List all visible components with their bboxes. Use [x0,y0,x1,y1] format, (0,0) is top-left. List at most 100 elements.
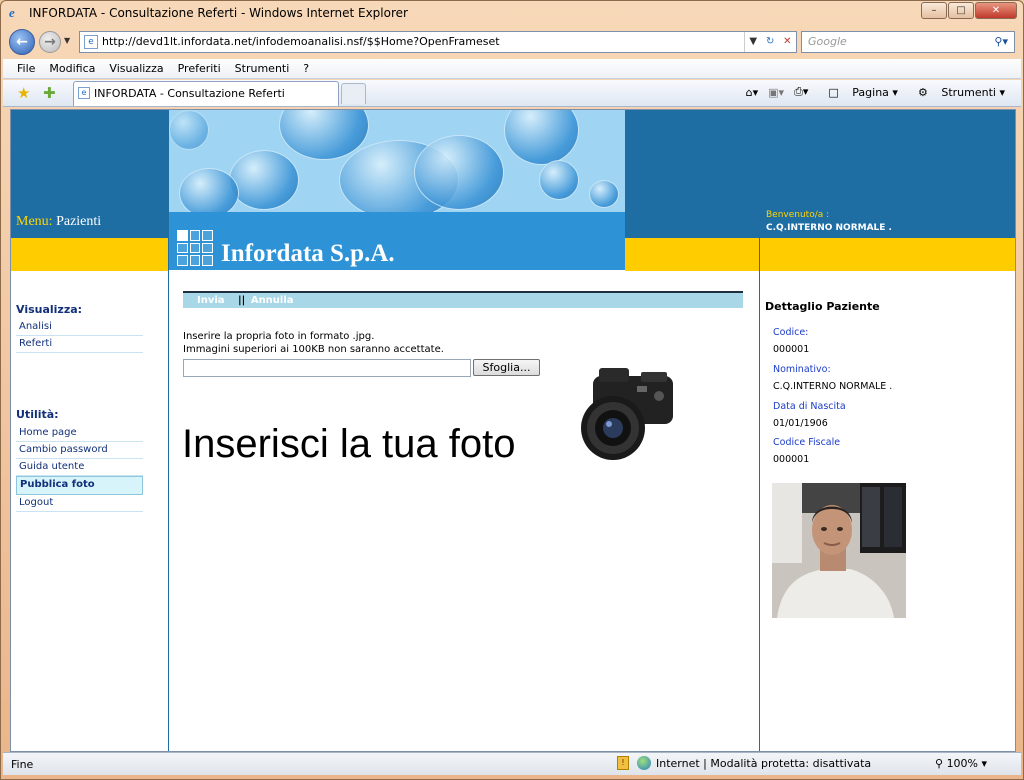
tab-page-icon: e [78,87,90,99]
status-bar: Fine ! Internet | Modalità protetta: dis… [3,752,1021,775]
url-dropdown-icon[interactable]: ▼ [749,32,757,52]
favorites-star-icon[interactable]: ★ [17,84,30,102]
page-menu-icon: □ [828,85,839,99]
new-tab-button[interactable] [341,83,366,104]
address-bar[interactable]: e http://devd1lt.infordata.net/infodemoa… [79,31,797,53]
sidebar-item-referti[interactable]: Referti [16,336,143,353]
history-dropdown-icon[interactable]: ▼ [64,36,70,45]
sidebar-item-pubblica-foto[interactable]: Pubblica foto [16,476,143,495]
forward-button[interactable]: → [39,31,61,53]
sidebar-item-home-page[interactable]: Home page [16,425,143,442]
page-icon: e [84,35,98,49]
url-text: http://devd1lt.infordata.net/infodemoana… [102,35,500,48]
internet-zone-icon [637,756,651,770]
sidebar-item-logout[interactable]: Logout [16,495,143,512]
search-icon[interactable]: ⚲▾ [994,32,1008,52]
search-input[interactable]: Google ⚲▾ [801,31,1015,53]
company-logo-band: Infordata S.p.A. [169,212,625,270]
close-button[interactable]: ✕ [975,2,1017,19]
header-menu-panel: Menu: Pazienti [11,110,169,238]
tab-bar: ★ ✚ e INFORDATA - Consultazione Referti … [3,80,1021,107]
left-divider [168,110,169,751]
utilita-title: Utilità: [16,408,59,421]
page-menu[interactable]: □ Pagina ▾ [818,86,898,99]
ie-logo-icon: e [9,5,15,20]
protected-mode-icon[interactable]: ! [617,756,629,770]
address-row: ← → ▼ e http://devd1lt.infordata.net/inf… [1,27,1023,57]
home-icon[interactable]: ⌂▾ [746,86,759,99]
sidebar-item-analisi[interactable]: Analisi [16,319,143,336]
menu-modifica[interactable]: Modifica [49,62,95,75]
zoom-level: 100% [946,757,979,770]
sidebar-item-cambio-password[interactable]: Cambio password [16,442,143,459]
welcome-label: Benvenuto/a : [766,210,830,220]
search-placeholder: Google [808,35,847,48]
send-button[interactable]: Invia [197,295,225,306]
minimize-button[interactable]: – [921,2,947,19]
menu-label: Menu: [16,214,53,229]
refresh-icon[interactable]: ↻ [766,32,774,52]
codice-fiscale-value: 000001 [773,454,810,465]
command-bar: ⌂▾ ▣▾ ⎙▾ □ Pagina ▾ ⚙ Strumenti ▾ [736,85,1005,99]
menu-visualizza[interactable]: Visualizza [109,62,163,75]
action-toolbar: Invia || Annulla [183,291,743,308]
menu-help[interactable]: ? [303,62,309,75]
gear-icon: ⚙ [917,85,928,99]
instruction-size: Immagini superiori ai 100KB non saranno … [183,344,444,355]
welcome-user: C.Q.INTERNO NORMALE . [766,223,892,233]
status-text: Fine [11,758,34,771]
nominativo-label: Nominativo: [773,364,831,375]
title-bar: e INFORDATA - Consultazione Referti - Wi… [1,1,1023,25]
company-logo: Infordata S.p.A. [221,240,395,267]
menu-value: Pazienti [56,214,102,229]
yellow-band-right [760,238,1015,271]
header-spacer [625,110,759,238]
security-zone-text: Internet | Modalità protetta: disattivat… [656,756,872,770]
menu-bar: File Modifica Visualizza Preferiti Strum… [3,59,1021,79]
menu-preferiti[interactable]: Preferiti [178,62,221,75]
tools-menu-label: Strumenti [941,85,996,99]
tools-menu[interactable]: ⚙ Strumenti ▾ [908,86,1005,99]
codice-fiscale-label: Codice Fiscale [773,437,841,448]
right-divider [759,110,760,751]
tab-infordata[interactable]: e INFORDATA - Consultazione Referti [73,81,339,106]
toolbar-separator: || [238,295,246,306]
codice-value: 000001 [773,344,810,355]
instruction-format: Inserire la propria foto in formato .jpg… [183,331,375,342]
upload-instructions: Inserire la propria foto in formato .jpg… [183,330,444,356]
browser-window: e INFORDATA - Consultazione Referti - Wi… [0,0,1024,780]
tab-label: INFORDATA - Consultazione Referti [94,87,285,100]
camera-icon [581,368,673,460]
page-content: Menu: Pazienti Infordata S.p.A. Benvenut… [10,109,1016,752]
page-menu-label: Pagina [852,85,889,99]
menu-strumenti[interactable]: Strumenti [235,62,290,75]
window-title: INFORDATA - Consultazione Referti - Wind… [29,6,408,20]
menu-indicator: Menu: Pazienti [16,214,101,230]
yellow-band-left [11,238,169,271]
maximize-button[interactable]: □ [948,2,974,19]
nominativo-value: C.Q.INTERNO NORMALE . [773,381,893,392]
file-path-input[interactable] [183,359,471,377]
visualizza-title: Visualizza: [16,303,83,316]
logo-grid-icon [177,230,213,266]
back-button[interactable]: ← [9,29,35,55]
codice-label: Codice: [773,327,809,338]
browse-button[interactable]: Sfoglia... [473,359,540,376]
zoom-icon: ⚲ [935,757,944,770]
feeds-icon[interactable]: ▣▾ [768,86,784,99]
add-favorite-icon[interactable]: ✚ [43,84,56,102]
header-user-panel: Benvenuto/a : C.Q.INTERNO NORMALE . [760,110,1015,238]
zoom-control[interactable]: ⚲ 100% ▾ [935,757,987,770]
nascita-label: Data di Nascita [773,401,846,412]
patient-detail-title: Dettaglio Paziente [765,300,880,313]
yellow-band-mid [625,238,759,271]
stop-icon[interactable]: ✕ [783,32,791,52]
print-icon[interactable]: ⎙▾ [794,85,808,99]
cancel-button[interactable]: Annulla [251,295,294,306]
patient-photo [772,483,906,618]
nascita-value: 01/01/1906 [773,418,828,429]
sidebar-item-guida-utente[interactable]: Guida utente [16,459,143,476]
menu-file[interactable]: File [17,62,35,75]
header-banner-image [169,110,625,212]
upload-headline: Inserisci la tua foto [182,422,516,466]
